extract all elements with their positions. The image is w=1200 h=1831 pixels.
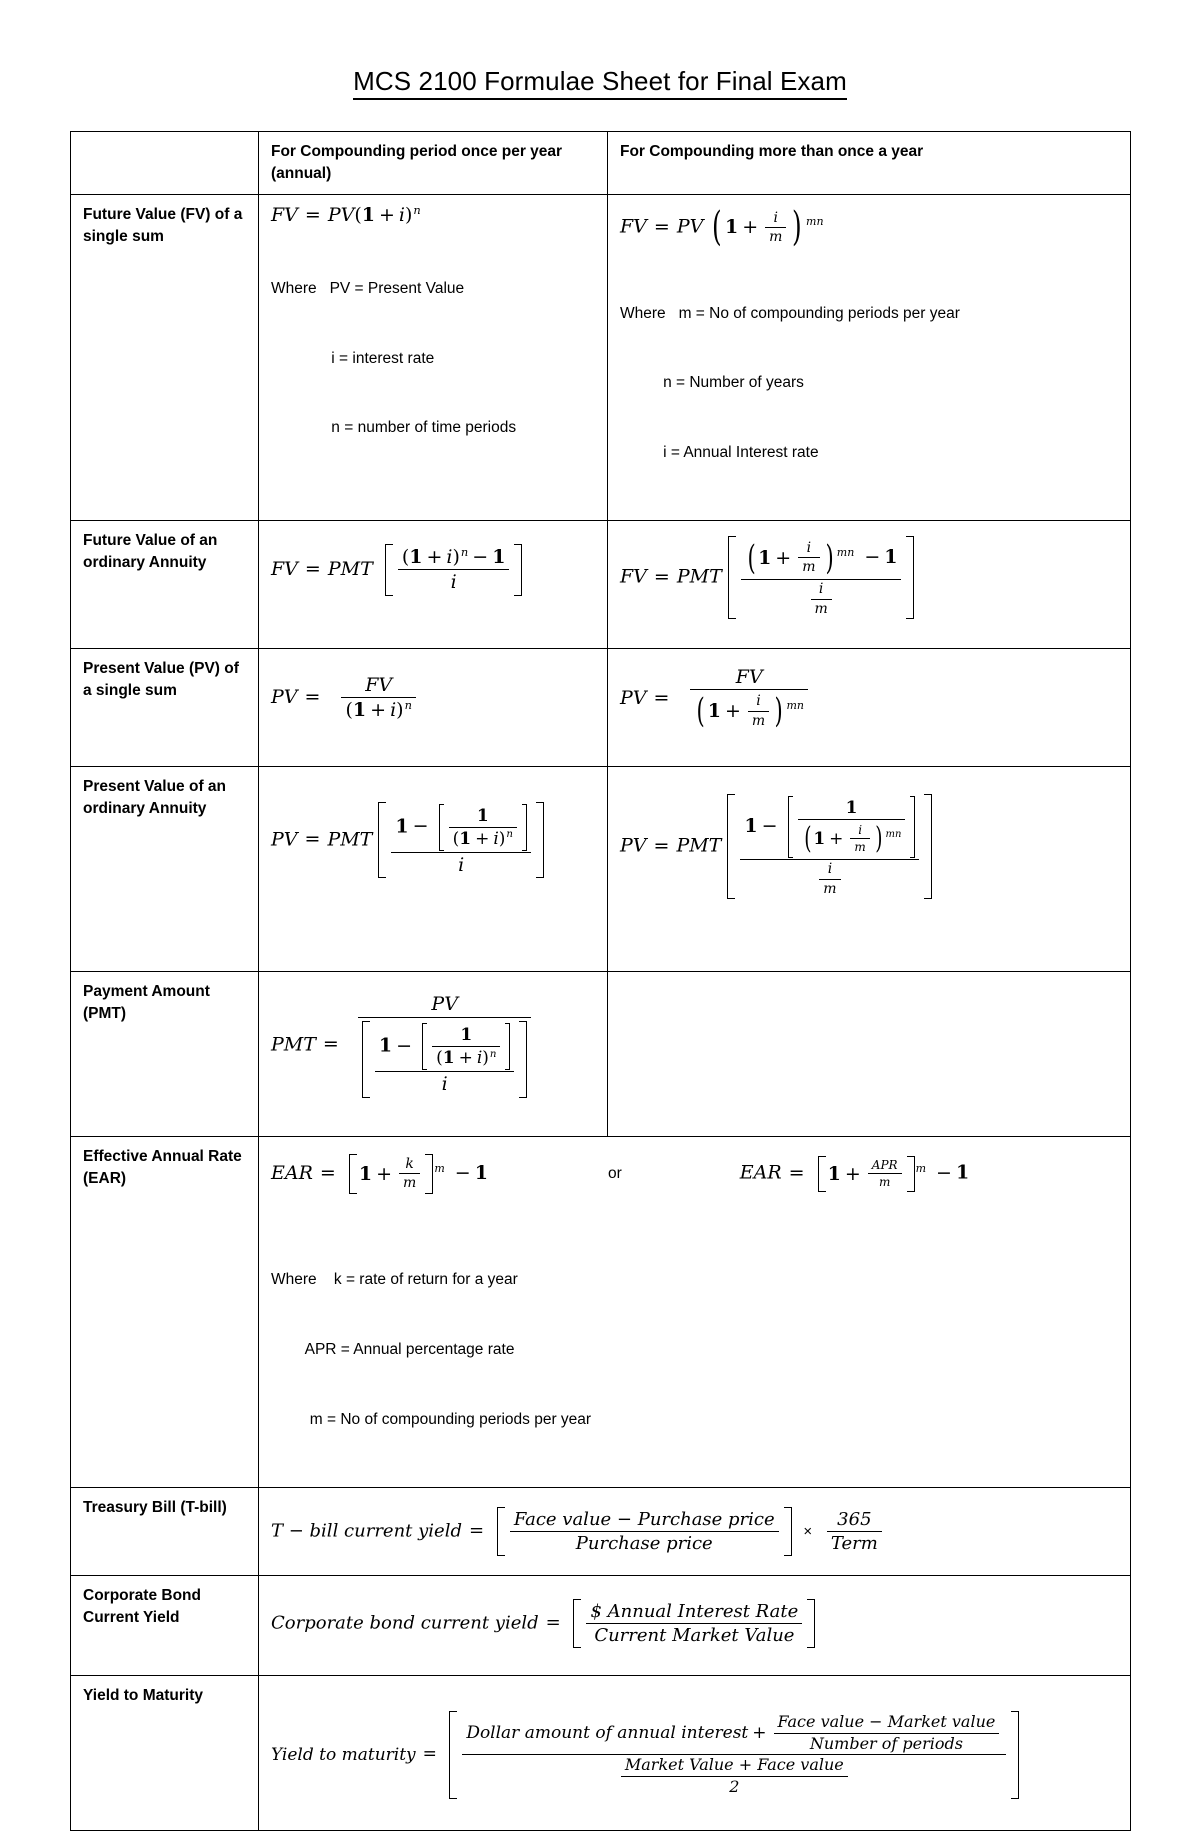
corp-lead-text: Corporate bond current yield	[271, 1612, 539, 1634]
cell-pmt-multi-empty	[607, 970, 1131, 1137]
formula-fv-annuity-annual: FV = PMT (1 + i)n −1 i	[271, 543, 523, 596]
definition-item: i = Annual Interest rate	[663, 444, 819, 462]
table-row: Effective Annual Rate (EAR) EAR = 1 + k m m −…	[70, 1135, 1131, 1488]
formula-pv-single-annual: PV = FV (1 + i)n	[271, 674, 419, 722]
bracket-group: 1− 1 (1 + i)n i	[378, 801, 544, 879]
cell-pv-annuity-annual: PV = PMT 1− 1 (1 + i)n i	[258, 765, 608, 972]
cell-corp-bond-formula: Corporate bond current yield = $ Annual I…	[258, 1574, 1131, 1676]
row-label-corp-bond: Corporate Bond Current Yield	[70, 1574, 259, 1676]
bracket-group: 1− 1 (1 + i)n i	[361, 1021, 528, 1098]
table-row: Future Value of an ordinary Annuity FV = P…	[70, 519, 1131, 649]
definition-item: APR = Annual percentage rate	[304, 1341, 515, 1359]
cell-pv-annuity-multi: PV = PMT 1− 1(1 + i m) mn im	[607, 765, 1131, 972]
where-intro: Where	[620, 304, 666, 322]
row-label-pmt: Payment Amount (PMT)	[70, 970, 259, 1137]
formula-ear-apr: EAR = 1 + APR m m −1	[740, 1156, 969, 1192]
definition-item: n = number of time periods	[331, 419, 517, 437]
formula-pv-annuity-multi: PV = PMT 1− 1(1 + i m) mn im	[620, 793, 933, 900]
header-multi: For Compounding more than once a year	[607, 131, 1131, 195]
formula-tbill: T − bill current yield = Face value − Pur…	[271, 1506, 885, 1557]
row-label-tbill: Treasury Bill (T-bill)	[70, 1486, 259, 1576]
cell-fv-single-annual: FV = PV(1 + i)n Where PV = Present Value i =…	[258, 194, 608, 521]
fv-single-annual-where: Where PV = Present Value i = interest ra…	[271, 230, 597, 486]
formula-pv-single-multi: PV = FV (1 + i m) mn	[620, 666, 811, 732]
bracket-group: 1− 1(1 + i m) mn im	[727, 793, 933, 900]
table-row: Payment Amount (PMT) PMT = PV 1 − 1 (1 +…	[70, 970, 1131, 1137]
ytm-lead-text: Yield to maturity	[271, 1744, 416, 1765]
row-label-ytm: Yield to Maturity	[70, 1674, 259, 1831]
definition-item: m = No of compounding periods per year	[678, 304, 960, 322]
row-label-pv-annuity: Present Value of an ordinary Annuity	[70, 765, 259, 972]
table-row: Corporate Bond Current Yield Corporate b…	[70, 1574, 1131, 1676]
paren-group: ( 1 + i m )	[712, 204, 803, 250]
formula-fv-annuity-multi: FV = PMT (1 + i m) mn −1 im	[620, 535, 915, 620]
cell-fv-annuity-multi: FV = PMT (1 + i m) mn −1 im	[607, 519, 1131, 649]
row-label-fv-single: Future Value (FV) of a single sum	[70, 194, 259, 521]
header-annual: For Compounding period once per year (an…	[258, 131, 608, 195]
where-intro: Where	[271, 279, 317, 297]
definition-item: k = rate of return for a year	[333, 1271, 518, 1289]
cell-fv-single-multi: FV = PV ( 1 + i m ) mn Where m = No of compou…	[607, 194, 1131, 521]
ear-connector: or	[607, 1164, 622, 1182]
formula-corp-bond: Corporate bond current yield = $ Annual I…	[271, 1598, 816, 1649]
row-label-pv-single: Present Value (PV) of a single sum	[70, 647, 259, 767]
formula-pv-annuity-annual: PV = PMT 1− 1 (1 + i)n i	[271, 801, 544, 879]
definition-item: i = interest rate	[331, 349, 435, 367]
formula-fv-single-annual: FV = PV(1 + i)n	[271, 202, 421, 226]
ear-where: Where k = rate of return for a year APR …	[271, 1222, 1120, 1478]
cell-ear-formulas: EAR = 1 + k m m −1 or EAR = 1 + APR m m −1 Where k…	[258, 1135, 1131, 1488]
cell-pv-single-annual: PV = FV (1 + i)n	[258, 647, 608, 767]
table-row: Present Value (PV) of a single sum PV = F…	[70, 647, 1131, 767]
table-header-row: For Compounding period once per year (an…	[70, 131, 1131, 195]
definition-item: n = Number of years	[663, 374, 804, 392]
formulae-table: For Compounding period once per year (an…	[70, 131, 1131, 1831]
where-intro: Where	[271, 1271, 317, 1289]
formula-fv-single-multi: FV = PV ( 1 + i m ) mn	[620, 204, 824, 250]
table-row: Yield to Maturity Yield to maturity = Dol…	[70, 1674, 1131, 1831]
formula-ytm: Yield to maturity = Dollar amount of annu…	[271, 1710, 1020, 1800]
definition-item: m = No of compounding periods per year	[309, 1410, 592, 1428]
bracket-group: (1 + i m) mn −1 im	[727, 535, 915, 620]
cell-pmt-annual: PMT = PV 1− 1 (1 + i)n i	[258, 970, 608, 1137]
formula-sheet-page: MCS 2100 Formulae Sheet for Final Exam F…	[0, 0, 1200, 1831]
cell-fv-annuity-annual: FV = PMT (1 + i)n −1 i	[258, 519, 608, 649]
page-title-text: MCS 2100 Formulae Sheet for Final Exam	[353, 66, 847, 100]
cell-tbill-formula: T − bill current yield = Face value − Pur…	[258, 1486, 1131, 1576]
formula-pmt-annual: PMT = PV 1− 1 (1 + i)n i	[271, 993, 534, 1098]
definition-item: PV = Present Value	[329, 279, 465, 297]
row-label-ear: Effective Annual Rate (EAR)	[70, 1135, 259, 1488]
cell-ytm-formula: Yield to maturity = Dollar amount of annu…	[258, 1674, 1131, 1831]
tbill-lead-text: T − bill current yield	[271, 1520, 462, 1542]
row-label-fv-annuity: Future Value of an ordinary Annuity	[70, 519, 259, 649]
fv-single-multi-where: Where m = No of compounding periods per …	[620, 255, 1120, 511]
cell-pv-single-multi: PV = FV (1 + i m) mn	[607, 647, 1131, 767]
table-row: Treasury Bill (T-bill) T − bill current …	[70, 1486, 1131, 1576]
header-blank-cell	[70, 131, 259, 195]
table-row: Present Value of an ordinary Annuity PV =…	[70, 765, 1131, 972]
formula-ear-k: EAR = 1 + k m m −1	[271, 1153, 488, 1194]
table-row: Future Value (FV) of a single sum FV = PV(…	[70, 194, 1131, 521]
bracket-group: (1 + i)n −1 i	[384, 543, 523, 596]
page-title: MCS 2100 Formulae Sheet for Final Exam	[0, 0, 1200, 100]
